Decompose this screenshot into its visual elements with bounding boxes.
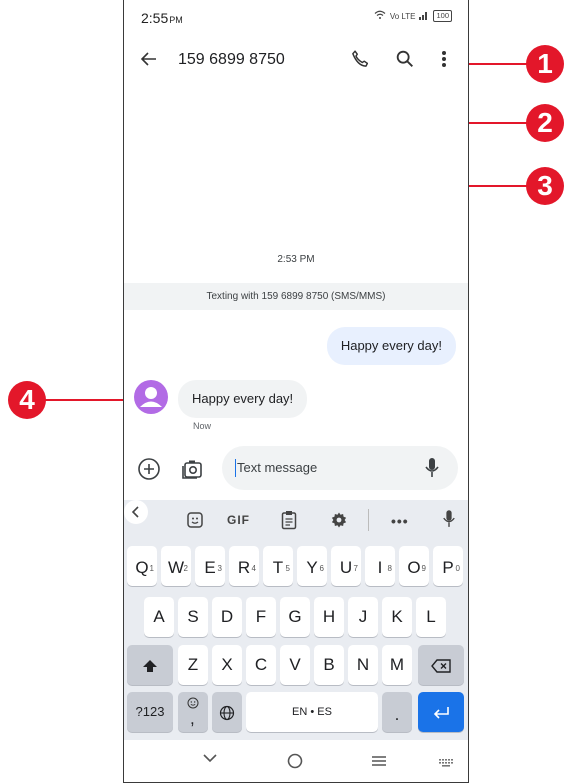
message-timestamp: 2:53 PM — [277, 254, 315, 265]
nav-recents-icon[interactable] — [371, 754, 387, 772]
key-j[interactable]: J — [348, 597, 378, 637]
key-w[interactable]: W2 — [161, 546, 191, 586]
key-d[interactable]: D — [212, 597, 242, 637]
collapse-toolbar-icon[interactable] — [124, 500, 148, 524]
key-q[interactable]: Q1 — [127, 546, 157, 586]
callout-3: 3 — [526, 167, 564, 205]
texting-banner: Texting with 159 6899 8750 (SMS/MMS) — [124, 283, 468, 310]
key-o[interactable]: O9 — [399, 546, 429, 586]
battery-icon: 100 — [433, 10, 452, 22]
key-m[interactable]: M — [382, 645, 412, 685]
key-p[interactable]: P0 — [433, 546, 463, 586]
key-n[interactable]: N — [348, 645, 378, 685]
key-c[interactable]: C — [246, 645, 276, 685]
wifi-icon — [374, 10, 386, 22]
key-g[interactable]: G — [280, 597, 310, 637]
message-input[interactable]: Text message — [222, 446, 458, 490]
system-nav-bar — [124, 740, 468, 782]
outgoing-message-bubble[interactable]: Happy every day! — [326, 327, 456, 365]
message-placeholder: Text message — [237, 460, 318, 475]
status-time: 2:55PM — [141, 10, 183, 26]
key-f[interactable]: F — [246, 597, 276, 637]
globe-icon — [219, 705, 235, 720]
keyboard-toolbar: GIF ••• — [124, 500, 468, 531]
callout-2: 2 — [526, 104, 564, 142]
contact-avatar[interactable] — [134, 380, 168, 414]
backspace-icon — [431, 658, 451, 673]
key-s[interactable]: S — [178, 597, 208, 637]
key-h[interactable]: H — [314, 597, 344, 637]
person-icon — [140, 387, 162, 407]
key-v[interactable]: V — [280, 645, 310, 685]
key-y[interactable]: Y6 — [297, 546, 327, 586]
space-key[interactable]: EN • ES — [246, 692, 378, 732]
key-k[interactable]: K — [382, 597, 412, 637]
keyboard: GIF ••• Q1 W2 E3 R4 T5 Y6 U7 I8 O9 P0 A … — [124, 500, 468, 740]
key-x[interactable]: X — [212, 645, 242, 685]
key-t[interactable]: T5 — [263, 546, 293, 586]
enter-key[interactable] — [418, 692, 464, 732]
backspace-key[interactable] — [418, 645, 464, 685]
search-icon[interactable] — [394, 48, 416, 75]
clipboard-icon[interactable] — [281, 510, 297, 535]
incoming-message-time: Now — [193, 421, 212, 431]
gallery-camera-icon[interactable] — [180, 457, 204, 486]
incoming-message-bubble[interactable]: Happy every day! — [178, 380, 308, 418]
shift-arrow-icon — [143, 659, 157, 672]
emoji-comma-key[interactable]: , — [178, 692, 208, 732]
back-arrow-icon[interactable] — [140, 50, 158, 74]
symbols-key[interactable]: ?123 — [127, 692, 173, 732]
key-b[interactable]: B — [314, 645, 344, 685]
gif-button[interactable]: GIF — [227, 513, 250, 527]
signal-icon — [419, 10, 429, 22]
key-r[interactable]: R4 — [229, 546, 259, 586]
network-label: Vo LTE — [389, 11, 416, 21]
key-z[interactable]: Z — [178, 645, 208, 685]
toolbar-divider — [368, 509, 369, 531]
settings-gear-icon[interactable] — [330, 511, 348, 534]
status-icons: Vo LTE 100 — [374, 10, 452, 22]
add-attachment-icon[interactable] — [137, 457, 161, 486]
enter-arrow-icon — [433, 706, 449, 719]
callout-1: 1 — [526, 45, 564, 83]
nav-keyboard-icon[interactable] — [439, 755, 453, 773]
more-options-icon[interactable] — [440, 48, 448, 75]
text-cursor — [235, 459, 236, 477]
period-key[interactable]: . — [382, 692, 412, 732]
key-u[interactable]: U7 — [331, 546, 361, 586]
sticker-icon[interactable] — [186, 511, 204, 534]
callout-line-4 — [44, 399, 134, 401]
callout-4: 4 — [8, 381, 46, 419]
key-a[interactable]: A — [144, 597, 174, 637]
nav-home-icon[interactable] — [287, 753, 303, 774]
nav-back-chevron-icon[interactable] — [202, 750, 218, 768]
shift-key[interactable] — [127, 645, 173, 685]
voice-input-icon[interactable] — [442, 509, 456, 534]
status-bar: 2:55PM Vo LTE 100 — [124, 0, 468, 34]
key-i[interactable]: I8 — [365, 546, 395, 586]
emoji-icon — [187, 697, 199, 709]
phone-screen: 2:55PM Vo LTE 100 159 6899 8750 2:53 PM — [123, 0, 469, 783]
more-icon[interactable]: ••• — [391, 513, 409, 529]
phone-call-icon[interactable] — [349, 48, 371, 75]
app-bar: 159 6899 8750 — [124, 42, 468, 82]
language-key[interactable] — [212, 692, 242, 732]
microphone-icon[interactable] — [424, 457, 440, 484]
contact-number: 159 6899 8750 — [178, 51, 285, 68]
key-e[interactable]: E3 — [195, 546, 225, 586]
key-l[interactable]: L — [416, 597, 446, 637]
